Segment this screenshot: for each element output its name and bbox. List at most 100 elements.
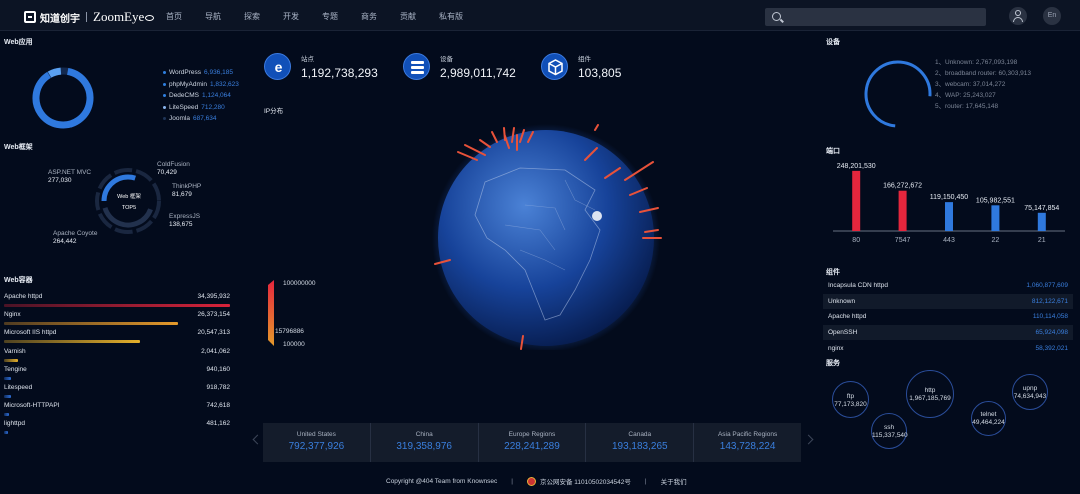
logo[interactable]: 知道创宇 ZoomEye (24, 9, 155, 25)
port-bar[interactable] (852, 170, 861, 231)
list-item: 1、Unknown: 2,767,093,198 (935, 59, 1018, 66)
web-apps-legend: WordPress 6,936,185 phpMyAdmin 1,832,623 D… (163, 67, 239, 125)
container-name: lighttpd (4, 420, 25, 428)
country-carousel: United States 792,377,926 China 319,358,97… (263, 423, 801, 462)
port-value-label: 248,201,530 (837, 163, 876, 170)
legend-item: phpMyAdmin 1,832,623 (163, 79, 239, 91)
service-bubble[interactable]: upnp 74,634,943 (1012, 374, 1048, 410)
container-bar (4, 413, 9, 417)
framework-label: Apache Coyote 264,442 (53, 230, 98, 245)
search-input[interactable] (765, 8, 986, 26)
container-value: 742,618 (206, 402, 231, 410)
nav-link-navigation[interactable]: 导航 (205, 11, 221, 22)
prev-arrow-icon[interactable] (252, 434, 263, 445)
nav-link-contribute[interactable]: 贡献 (400, 11, 416, 22)
port-bar[interactable] (1037, 212, 1046, 231)
container-row: lighttpd 481,162 (4, 420, 230, 435)
logo-divider (86, 12, 87, 22)
legend-item: LiteSpeed 712,280 (163, 102, 239, 114)
nav-link-private[interactable]: 私有版 (439, 11, 463, 22)
top-nav: 知道创宇 ZoomEye 首页 导航 探索 开发 专题 商务 贡献 私有版 En (0, 0, 1080, 31)
container-row: Apache httpd 34,395,932 (4, 293, 230, 307)
service-bubble[interactable]: telnet 49,464,224 (971, 401, 1006, 436)
police-badge-icon (526, 476, 536, 486)
footer: Copyright @404 Team from Knownsec | 京公网安… (386, 476, 687, 486)
nav-links: 首页 导航 探索 开发 专题 商务 贡献 私有版 (166, 11, 486, 22)
search-icon[interactable] (772, 12, 781, 21)
legend-item: Joomla 687,634 (163, 113, 239, 125)
port-value-label: 119,150,450 (930, 194, 969, 201)
framework-label: ASP.NET MVC 277,030 (48, 169, 92, 184)
framework-label: ThinkPHP 81,679 (172, 183, 202, 198)
table-row[interactable]: Unknown 812,122,671 (823, 293, 1073, 310)
port-tick-label: 7547 (895, 237, 911, 244)
table-row[interactable]: OpenSSH 65,924,098 (823, 324, 1073, 341)
stat-components: 组件 103,805 (541, 53, 621, 80)
container-value: 2,041,062 (201, 347, 230, 355)
ip-distribution-title: IP分布 (264, 108, 284, 115)
container-row: Litespeed 918,782 (4, 384, 231, 398)
port-tick-label: 22 (992, 237, 1000, 244)
container-row: Varnish 2,041,062 (4, 347, 230, 362)
container-value: 20,547,313 (197, 329, 230, 337)
language-button[interactable]: En (1043, 7, 1061, 25)
scale-top: 100000000 (283, 280, 316, 287)
web-frameworks-ring (95, 168, 161, 234)
svg-text:e: e (275, 59, 283, 75)
table-row[interactable]: nginx 58,392,021 (823, 340, 1073, 356)
container-name: Tengine (4, 365, 27, 373)
container-value: 918,782 (206, 384, 231, 391)
police-record-link[interactable]: 京公网安备 11010502034542号 (540, 476, 631, 486)
components-table: Incapsula CDN httpd 1,060,877,609 Unknown… (823, 278, 1073, 356)
container-row: Nginx 26,373,154 (4, 311, 230, 326)
country-item[interactable]: Canada 193,183,265 (586, 423, 695, 462)
port-value-label: 75,147,854 (1024, 205, 1059, 212)
port-bar[interactable] (991, 205, 1000, 231)
port-bar[interactable] (945, 202, 953, 231)
devices-gauge (864, 60, 932, 128)
stat-devices: 设备 2,989,011,742 (403, 53, 516, 80)
port-tick-label: 80 (852, 237, 860, 244)
service-bubble[interactable]: ftp 77,173,820 (832, 381, 869, 418)
web-apps-donut (32, 67, 94, 129)
container-bar (4, 322, 179, 326)
nav-link-explore[interactable]: 探索 (244, 11, 260, 22)
container-name: Litespeed (4, 384, 33, 391)
ie-icon: e (264, 53, 291, 80)
service-bubble[interactable]: ssh 115,337,540 (871, 413, 908, 449)
service-bubble[interactable]: http 1,967,185,769 (906, 370, 954, 418)
next-arrow-icon[interactable] (803, 434, 814, 445)
country-item[interactable]: Europe Regions 228,241,289 (479, 423, 587, 462)
container-value: 34,395,932 (197, 293, 230, 300)
legend-item: WordPress 6,936,185 (163, 67, 239, 79)
services-title: 服务 (826, 360, 840, 367)
nav-link-home[interactable]: 首页 (166, 11, 182, 22)
nav-link-business[interactable]: 商务 (361, 11, 377, 22)
list-item: 2、broadband router: 60,303,913 (935, 70, 1032, 77)
globe[interactable] (425, 120, 665, 350)
container-name: Apache httpd (4, 293, 43, 300)
stat-sites: e 站点 1,192,738,293 (264, 53, 378, 80)
web-frameworks-title: Web框架 (4, 144, 33, 151)
nav-link-develop[interactable]: 开发 (283, 11, 299, 22)
container-bar (4, 304, 230, 307)
container-bar (4, 431, 8, 435)
container-name: Nginx (4, 311, 21, 319)
cube-icon (541, 53, 568, 80)
about-link[interactable]: 关于我们 (661, 476, 687, 486)
user-button[interactable] (1009, 7, 1027, 25)
container-bar (4, 358, 18, 362)
table-row[interactable]: Incapsula CDN httpd 1,060,877,609 (823, 278, 1073, 294)
container-name: Microsoft IIS httpd (4, 329, 57, 337)
country-item[interactable]: United States 792,377,926 (263, 423, 371, 462)
container-row: Microsoft-HTTPAPI 742,618 (4, 402, 231, 417)
container-row: Tengine 940,160 (4, 365, 230, 380)
country-item[interactable]: China 319,358,976 (371, 423, 479, 462)
table-row[interactable]: Apache httpd 110,114,058 (823, 309, 1073, 325)
copyright: Copyright @404 Team from Knownsec (386, 477, 498, 485)
devices-list: 1、Unknown: 2,767,093,198 2、broadband rou… (935, 56, 1031, 111)
port-bar[interactable] (898, 190, 907, 231)
port-tick-label: 21 (1038, 237, 1046, 244)
nav-link-topics[interactable]: 专题 (322, 11, 338, 22)
country-item[interactable]: Asia Pacific Regions 143,728,224 (694, 423, 801, 462)
